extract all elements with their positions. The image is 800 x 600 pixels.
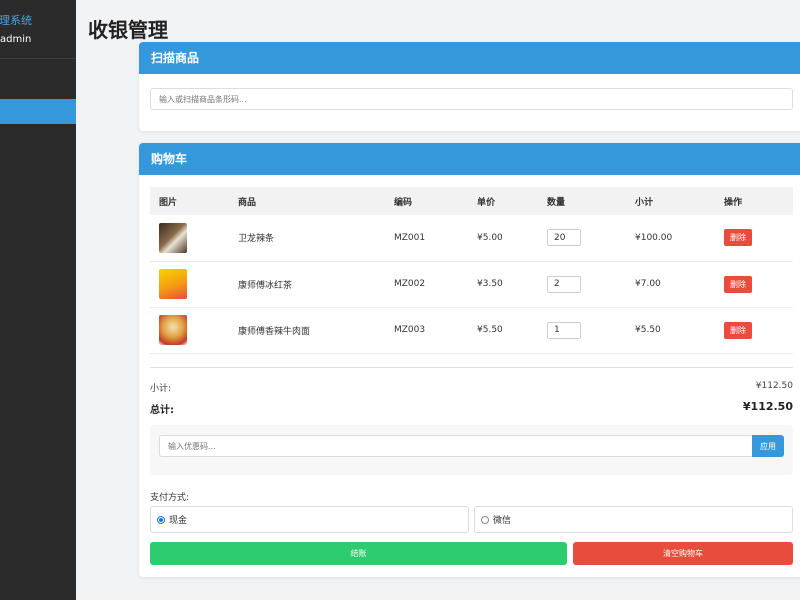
- product-code: MZ002: [385, 261, 468, 308]
- unit-price: ¥3.50: [468, 261, 538, 308]
- subtotal-value: ¥112.50: [755, 381, 793, 391]
- scan-card-header: 扫描商品: [139, 42, 800, 74]
- subtotal-label: 小计:: [150, 384, 172, 394]
- coupon-section: 应用: [150, 425, 793, 475]
- column-header: 单价: [477, 197, 496, 208]
- product-name: 康师傅冰红茶: [229, 261, 385, 308]
- radio-unchecked-icon[interactable]: [481, 515, 489, 524]
- delete-button[interactable]: 删除: [724, 275, 752, 293]
- cart-table-header: 图片 商品 编码 单价 数量 小计 操作: [150, 187, 793, 215]
- quantity-input[interactable]: [547, 275, 581, 293]
- table-row: 康师傅香辣牛肉面 MZ003 ¥5.50 ¥5.50 删除: [150, 307, 793, 354]
- cart-card: 购物车 图片 商品 编码 单价 数量 小计 操作 卫龙辣条 MZ001 ¥5.0…: [139, 143, 800, 577]
- snack-product-image: [159, 222, 187, 253]
- payment-option-label: 微信: [493, 516, 512, 526]
- page-title: 收银管理: [88, 18, 168, 42]
- sidebar: 管理系统 admin: [0, 0, 76, 600]
- current-user: admin: [0, 34, 32, 45]
- delete-button[interactable]: 删除: [724, 321, 752, 339]
- column-header: 数量: [547, 197, 566, 208]
- column-header: 操作: [724, 197, 743, 208]
- app-brand: 管理系统: [0, 14, 32, 27]
- unit-price: ¥5.50: [468, 307, 538, 354]
- payment-option-cash[interactable]: 现金: [150, 506, 469, 533]
- tea-product-image: [159, 269, 187, 299]
- delete-button[interactable]: 删除: [724, 229, 752, 247]
- product-code: MZ003: [385, 307, 468, 354]
- row-subtotal: ¥7.00: [626, 261, 715, 308]
- table-row: 康师傅冰红茶 MZ002 ¥3.50 ¥7.00 删除: [150, 261, 793, 308]
- radio-checked-icon[interactable]: [157, 515, 165, 524]
- scan-card: 扫描商品: [139, 42, 800, 131]
- sidebar-item-active[interactable]: [0, 99, 76, 124]
- column-header: 商品: [238, 197, 257, 208]
- clear-cart-button[interactable]: 清空购物车: [573, 542, 793, 565]
- payment-method-label: 支付方式:: [150, 493, 190, 503]
- apply-coupon-button[interactable]: 应用: [752, 435, 784, 457]
- quantity-input[interactable]: [547, 321, 581, 339]
- table-row: 卫龙辣条 MZ001 ¥5.00 ¥100.00 删除: [150, 215, 793, 262]
- product-name: 康师傅香辣牛肉面: [229, 307, 385, 354]
- table-separator: [150, 367, 793, 368]
- column-header: 小计: [635, 197, 654, 208]
- unit-price: ¥5.00: [468, 215, 538, 262]
- total-label: 总计:: [150, 405, 174, 416]
- quantity-input[interactable]: [547, 229, 581, 247]
- payment-option-wechat[interactable]: 微信: [474, 506, 793, 533]
- product-code: MZ001: [385, 215, 468, 262]
- product-name: 卫龙辣条: [229, 215, 385, 262]
- barcode-input[interactable]: [150, 88, 793, 110]
- sidebar-divider: [0, 58, 76, 59]
- checkout-button[interactable]: 结账: [150, 542, 567, 565]
- row-subtotal: ¥100.00: [626, 215, 715, 262]
- noodle-product-image: [159, 315, 187, 345]
- cart-table: 图片 商品 编码 单价 数量 小计 操作 卫龙辣条 MZ001 ¥5.00 ¥1…: [150, 187, 793, 354]
- cart-card-header: 购物车: [139, 143, 800, 175]
- row-subtotal: ¥5.50: [626, 307, 715, 354]
- column-header: 图片: [159, 197, 178, 208]
- coupon-input[interactable]: [159, 435, 754, 457]
- column-header: 编码: [394, 197, 413, 208]
- payment-option-label: 现金: [169, 516, 188, 526]
- total-value: ¥112.50: [742, 400, 793, 413]
